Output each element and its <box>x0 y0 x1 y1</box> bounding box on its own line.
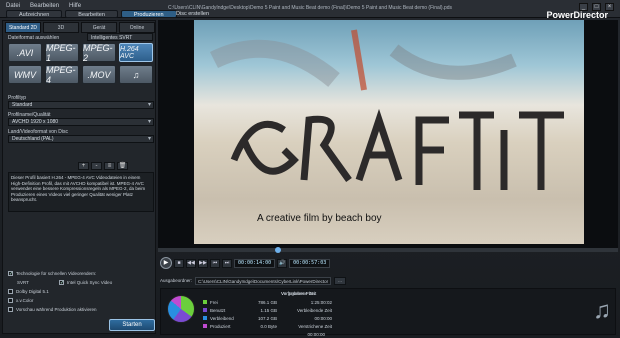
region-select[interactable]: Deutschland (PAL) <box>8 135 154 143</box>
tab-standard-2d[interactable]: Standard 2D <box>5 22 41 33</box>
checkbox-icon <box>8 289 13 294</box>
tab-online[interactable]: Online <box>119 22 155 33</box>
app-window: Datei Bearbeiten Hilfe C:\Users\CLIN\Gan… <box>0 0 620 338</box>
dolby-checkbox[interactable]: Dolby Digital 5.1 <box>8 289 49 294</box>
next-button[interactable]: ⏭ <box>222 258 232 268</box>
tab-edit[interactable]: Bearbeiten <box>65 10 118 18</box>
profile-description: Dieser Profil basiert H.264 - MPEG-4 AVC… <box>8 172 154 212</box>
output-folder-label: Ausgabeordner: <box>160 278 193 283</box>
checkbox-icon <box>8 307 13 312</box>
brand-title: PowerDirector <box>546 10 608 20</box>
menu-help[interactable]: Hilfe <box>69 3 81 9</box>
smart-svrt-button[interactable]: Intelligentes SVRT <box>87 33 153 41</box>
add-profile-button[interactable]: + <box>78 162 89 170</box>
checkbox-icon: ✓ <box>8 271 14 277</box>
format-mpeg1-button[interactable]: MPEG-1 <box>45 43 79 63</box>
checkbox-icon: ✓ <box>59 280 65 286</box>
format-label: Dateiformat auswählen <box>8 35 60 41</box>
graffiti-image <box>209 29 564 190</box>
profile-type-select[interactable]: Standard <box>8 101 154 109</box>
video-viewer: A creative film by beach boy <box>158 20 618 248</box>
remaining-time-header: Vorgesehene Zeit <box>281 291 317 296</box>
disk-space-panel: Verfügbarer Platz Frei 786.1 GB 1:25:00:02… <box>160 288 616 338</box>
format-avi-button[interactable]: .AVI <box>8 43 42 62</box>
remove-profile-button[interactable]: - <box>91 162 102 170</box>
main-tabs: Aufzeichnen Bearbeiten Produzieren <box>6 10 177 18</box>
format-mpeg4-button[interactable]: MPEG-4 <box>45 65 79 85</box>
volume-icon[interactable]: 🔊 <box>277 258 288 268</box>
checkbox-icon <box>8 298 13 303</box>
produce-settings-panel: Standard 2D 3D Gerät Online Dateiformat … <box>2 20 156 334</box>
tab-3d[interactable]: 3D <box>43 22 79 33</box>
disc-create-tab[interactable]: Disc erstellen <box>176 11 209 17</box>
profile-subtabs: Standard 2D 3D Gerät Online <box>5 22 155 33</box>
play-button[interactable]: ▶ <box>160 257 172 269</box>
legend-row: Verbleibend 107.2 GB 00:00:00 <box>203 314 343 322</box>
intel-quicksync-option[interactable]: ✓ Intel Quick Sync Video <box>59 280 112 286</box>
legend-row: Frei 786.1 GB 1:25:00:02 <box>203 298 343 306</box>
browse-button[interactable]: ... <box>334 276 346 285</box>
legend-row: Benutzt 1.15 GB Verbleibende Zeit <box>203 306 343 314</box>
svrt-option[interactable]: SVRT <box>17 280 29 285</box>
edit-profile-button[interactable]: ≡ <box>104 162 115 170</box>
rewind-button[interactable]: ◀◀ <box>186 258 196 268</box>
playback-controls: ▶ ■ ◀◀ ▶▶ ⏮ ⏭ 00:00:14:00 🔊 00:00:57:03 <box>160 256 331 270</box>
start-button[interactable]: Starten <box>109 319 155 331</box>
format-h264-button[interactable]: H.264 AVC <box>119 43 153 62</box>
format-grid: .AVI MPEG-1 MPEG-2 H.264 AVC WMV MPEG-4 … <box>8 43 154 85</box>
disk-usage-pie <box>167 295 195 323</box>
hw-accel-checkbox[interactable]: ✓ Technologie für schnellen Videorendern: <box>8 271 96 277</box>
format-mpeg2-button[interactable]: MPEG-2 <box>82 43 116 63</box>
quality-select[interactable]: AVCHD 1920 x 1080 <box>8 118 154 126</box>
format-wmv-button[interactable]: WMV <box>8 65 42 84</box>
video-caption: A creative film by beach boy <box>257 213 382 224</box>
preview-checkbox[interactable]: Vorschau während Produktion aktivieren <box>8 307 97 312</box>
delete-icon[interactable]: 🗑 <box>117 162 128 170</box>
legend-row: Produziert 0.0 Byte Verstrichene Zeit <box>203 322 343 330</box>
xvcolor-checkbox[interactable]: x.v.Color <box>8 298 33 303</box>
tab-capture[interactable]: Aufzeichnen <box>6 10 63 18</box>
disk-usage-legend: Frei 786.1 GB 1:25:00:02 Benutzt 1.15 GB Ver… <box>203 298 343 338</box>
output-folder-row: Ausgabeordner: C:\Users\CLIN\GandyIndge\… <box>160 276 616 285</box>
preview-area: A creative film by beach boy ▶ ■ ◀◀ ▶▶ ⏮… <box>158 20 618 338</box>
project-path: C:\Users\CLIN\GandyIndge\Desktop\Demo 5 … <box>168 5 453 11</box>
forward-button[interactable]: ▶▶ <box>198 258 208 268</box>
timecode-total: 00:00:57:03 <box>289 258 331 268</box>
prev-button[interactable]: ⏮ <box>210 258 220 268</box>
timecode-current: 00:00:14:00 <box>234 258 276 268</box>
tab-device[interactable]: Gerät <box>81 22 117 33</box>
format-audio-button[interactable]: ♫ <box>119 65 153 84</box>
tab-produce[interactable]: Produzieren <box>120 10 177 18</box>
format-mov-button[interactable]: .MOV <box>82 65 116 84</box>
legend-row: 00:00:00 <box>307 331 325 337</box>
menu-file[interactable]: Datei <box>6 3 20 9</box>
profile-tools: + - ≡ 🗑 <box>78 162 128 170</box>
music-note-icon: ♫ <box>593 297 611 324</box>
menu-bar: Datei Bearbeiten Hilfe <box>6 3 81 9</box>
output-folder-input[interactable]: C:\Users\CLIN\GandyIndge\Documents\Cyber… <box>195 276 332 285</box>
seek-handle[interactable] <box>275 247 281 253</box>
seek-bar[interactable] <box>158 247 618 253</box>
menu-edit[interactable]: Bearbeiten <box>30 3 59 9</box>
stop-button[interactable]: ■ <box>174 258 184 268</box>
preview-frame: A creative film by beach boy <box>194 20 584 244</box>
